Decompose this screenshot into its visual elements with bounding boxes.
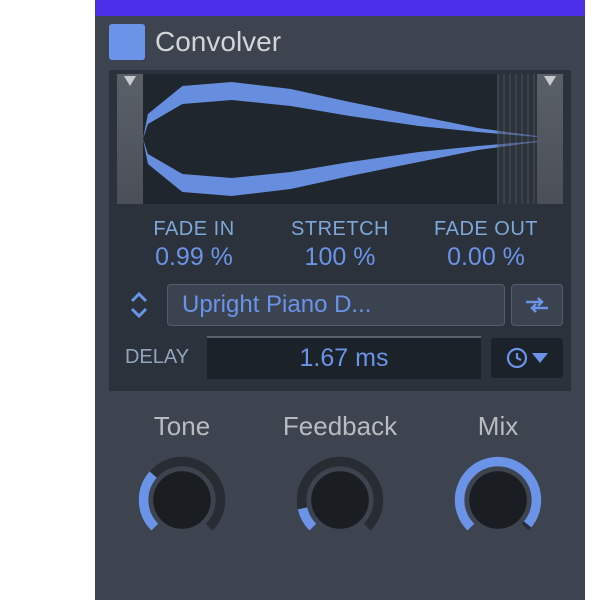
titlebar-accent	[95, 0, 585, 16]
stretch-label: STRETCH	[267, 218, 413, 241]
mix-knob-col: Mix	[428, 411, 568, 548]
params-row: FADE IN 0.99 % STRETCH 100 % FADE OUT 0.…	[117, 210, 563, 278]
fade-in-handle[interactable]	[117, 74, 143, 204]
fade-in-label: FADE IN	[121, 218, 267, 241]
fade-out-value: 0.00 %	[413, 243, 559, 272]
mix-knob[interactable]	[450, 452, 546, 548]
waveform-row	[117, 74, 563, 204]
delay-label: DELAY	[117, 346, 197, 369]
module-header: Convolver	[95, 16, 585, 66]
convolver-panel: Convolver FADE IN 0.99 % STRETCH 100 %	[95, 0, 585, 600]
fade-in-value: 0.99 %	[121, 243, 267, 272]
feedback-knob-col: Feedback	[270, 411, 410, 548]
feedback-knob[interactable]	[292, 452, 388, 548]
waveform-display[interactable]	[143, 74, 537, 204]
dropdown-caret-icon	[532, 353, 548, 363]
module-enable-toggle[interactable]	[109, 24, 145, 60]
chevron-down-icon	[129, 305, 149, 319]
swap-arrows-icon	[523, 293, 551, 317]
sample-swap-button[interactable]	[511, 284, 563, 326]
delay-row: DELAY 1.67 ms	[117, 336, 563, 379]
inner-panel: FADE IN 0.99 % STRETCH 100 % FADE OUT 0.…	[109, 70, 571, 391]
tone-label: Tone	[112, 411, 252, 442]
fade-out-param[interactable]: FADE OUT 0.00 %	[413, 218, 559, 272]
sample-selector[interactable]: Upright Piano D...	[167, 284, 505, 326]
chevron-up-icon	[129, 291, 149, 305]
stretch-value: 100 %	[267, 243, 413, 272]
tone-knob-col: Tone	[112, 411, 252, 548]
sample-stepper[interactable]	[117, 284, 161, 326]
delay-sync-mode-button[interactable]	[491, 338, 563, 378]
delay-value-field[interactable]: 1.67 ms	[207, 336, 481, 379]
fade-in-param[interactable]: FADE IN 0.99 %	[121, 218, 267, 272]
tone-knob[interactable]	[134, 452, 230, 548]
clock-icon	[506, 347, 528, 369]
module-title: Convolver	[155, 26, 281, 58]
stretch-param[interactable]: STRETCH 100 %	[267, 218, 413, 272]
feedback-label: Feedback	[270, 411, 410, 442]
knob-row: Tone Feedback Mix	[95, 399, 585, 548]
fade-out-label: FADE OUT	[413, 218, 559, 241]
fade-out-handle[interactable]	[537, 74, 563, 204]
sample-row: Upright Piano D...	[117, 284, 563, 326]
mix-label: Mix	[428, 411, 568, 442]
